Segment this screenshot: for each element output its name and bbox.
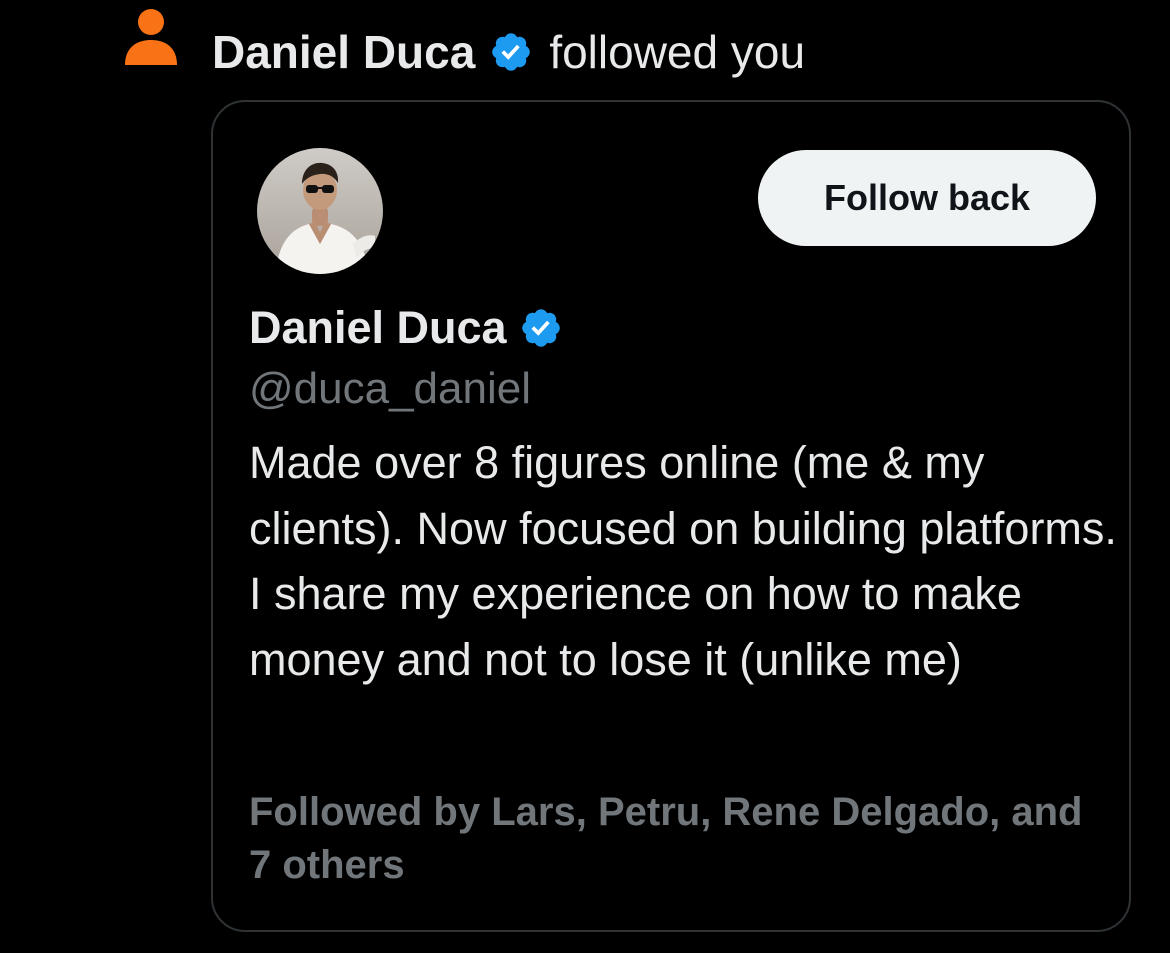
profile-name-row[interactable]: Daniel Duca bbox=[249, 300, 563, 356]
verified-badge-icon bbox=[521, 309, 560, 347]
profile-bio: Made over 8 figures online (me & my clie… bbox=[249, 437, 1117, 685]
follow-back-button[interactable]: Follow back bbox=[758, 150, 1096, 246]
followed-by-text[interactable]: Followed by Lars, Petru, Rene Delgado, a… bbox=[249, 786, 1109, 892]
verified-badge-icon bbox=[492, 33, 531, 71]
notification-text: Daniel Duca followed you bbox=[212, 22, 805, 82]
person-icon bbox=[125, 9, 177, 65]
avatar[interactable] bbox=[257, 148, 383, 274]
profile-card[interactable]: Follow back Daniel Duca @duca_daniel Mad… bbox=[211, 100, 1131, 932]
notification-action-text: followed you bbox=[549, 26, 806, 78]
profile-handle[interactable]: @duca_daniel bbox=[249, 364, 531, 414]
profile-photo-image bbox=[257, 148, 383, 274]
notification-user-name[interactable]: Daniel Duca bbox=[212, 25, 475, 79]
profile-display-name[interactable]: Daniel Duca bbox=[249, 302, 507, 354]
